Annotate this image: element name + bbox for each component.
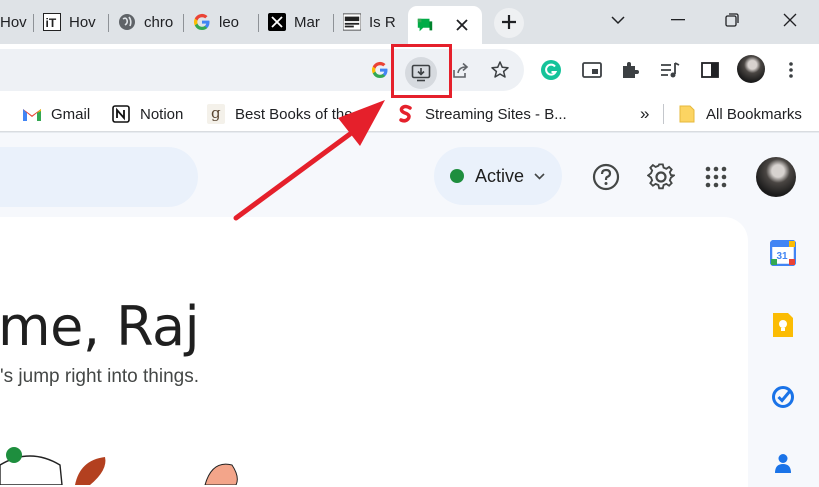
tab-strip: Hov iT Hov chro leo Mar Is R (0, 0, 819, 44)
svg-text:g: g (211, 104, 221, 122)
bookmark-label: All Bookmarks (706, 105, 802, 123)
bookmark-goodreads[interactable]: g Best Books of the 2 (206, 102, 354, 126)
folder-icon (677, 104, 697, 124)
all-bookmarks-folder[interactable]: All Bookmarks (677, 102, 802, 126)
tab-7-active[interactable] (408, 6, 482, 44)
google-contacts-icon[interactable] (769, 449, 797, 477)
profile-avatar[interactable] (737, 55, 765, 83)
bookmark-gmail[interactable]: Gmail (22, 102, 90, 126)
streaming-s-icon (396, 104, 416, 124)
side-panel-icon[interactable] (696, 56, 724, 84)
tab-label: chro (144, 13, 174, 31)
bookmarks-overflow-button[interactable]: » (640, 102, 649, 126)
welcome-subtitle: 's jump right into things. (0, 366, 199, 387)
restore-icon[interactable] (720, 10, 744, 30)
gmail-page: Active me, Raj 's jump right into things… (0, 133, 819, 487)
extensions-icon[interactable] (616, 56, 644, 84)
google-keep-icon[interactable] (769, 311, 797, 339)
plus-icon (501, 11, 517, 35)
chevron-down-icon (534, 172, 545, 180)
side-apps-rail: 31 (748, 217, 819, 487)
new-tab-button[interactable] (494, 8, 524, 38)
settings-gear-icon[interactable] (646, 162, 676, 192)
tab-3[interactable]: chro (110, 6, 184, 38)
svg-text:31: 31 (777, 251, 789, 262)
tab-label: Hov (69, 13, 96, 31)
bookmark-streaming-sites[interactable]: Streaming Sites - B... (396, 102, 567, 126)
svg-text:iT: iT (46, 16, 57, 30)
film-companion-icon (343, 13, 361, 31)
status-selector[interactable]: Active (434, 147, 562, 205)
more-menu-icon[interactable] (777, 56, 805, 84)
overflow-chevron: » (640, 104, 650, 123)
apps-grid-icon[interactable] (701, 162, 731, 192)
tab-separator (333, 14, 334, 32)
tab-label: Mar (294, 13, 320, 31)
welcome-heading: me, Raj (0, 295, 200, 358)
x-logo-icon (268, 13, 286, 31)
bookmarks-bar: Gmail Notion g Best Books of the 2 Strea… (0, 96, 819, 132)
close-tab-icon[interactable] (456, 19, 468, 31)
google-chat-icon (416, 16, 434, 34)
tab-separator (258, 14, 259, 32)
bookmark-label: Notion (140, 105, 184, 123)
welcome-card: me, Raj 's jump right into things. (0, 217, 748, 487)
tab-separator (183, 14, 184, 32)
status-label: Active (475, 165, 525, 186)
globe-icon (118, 13, 136, 31)
status-dot (450, 169, 464, 183)
gmail-icon (22, 104, 42, 124)
tab-2[interactable]: iT Hov (35, 6, 109, 38)
tab-separator (33, 14, 34, 32)
tab-label: leo (219, 13, 240, 31)
tab-search-icon[interactable] (606, 10, 630, 30)
bookmark-star-icon[interactable] (486, 56, 514, 84)
tab-6[interactable]: Is R (335, 6, 407, 38)
close-window-icon[interactable] (778, 10, 802, 30)
notion-icon (111, 104, 131, 124)
search-bar[interactable] (0, 147, 198, 207)
tab-5[interactable]: Mar (260, 6, 334, 38)
google-tasks-icon[interactable] (769, 383, 797, 411)
welcome-illustration (0, 447, 238, 485)
it-logo-icon: iT (43, 13, 61, 31)
grammarly-icon[interactable] (537, 56, 565, 84)
bookmark-label: Best Books of the 2 (235, 105, 354, 123)
help-icon[interactable] (591, 162, 621, 192)
goodreads-icon: g (206, 104, 226, 124)
google-g-icon (193, 13, 211, 31)
google-g-icon[interactable] (366, 56, 394, 84)
bookmarks-divider (663, 104, 664, 124)
account-avatar[interactable] (756, 157, 796, 197)
tab-label: Hov (0, 13, 27, 31)
bookmark-label: Streaming Sites - B... (425, 105, 567, 123)
minimize-icon[interactable] (666, 10, 690, 30)
tab-4[interactable]: leo (185, 6, 259, 38)
google-calendar-icon[interactable]: 31 (769, 239, 797, 267)
tab-label: Is R (369, 13, 396, 31)
tab-1[interactable]: Hov (0, 6, 34, 38)
media-controls-icon[interactable] (656, 56, 684, 84)
bookmark-notion[interactable]: Notion (111, 102, 183, 126)
tab-separator (108, 14, 109, 32)
annotation-highlight-box (391, 44, 452, 98)
picture-in-picture-icon[interactable] (578, 56, 606, 84)
bookmark-label: Gmail (51, 105, 91, 123)
